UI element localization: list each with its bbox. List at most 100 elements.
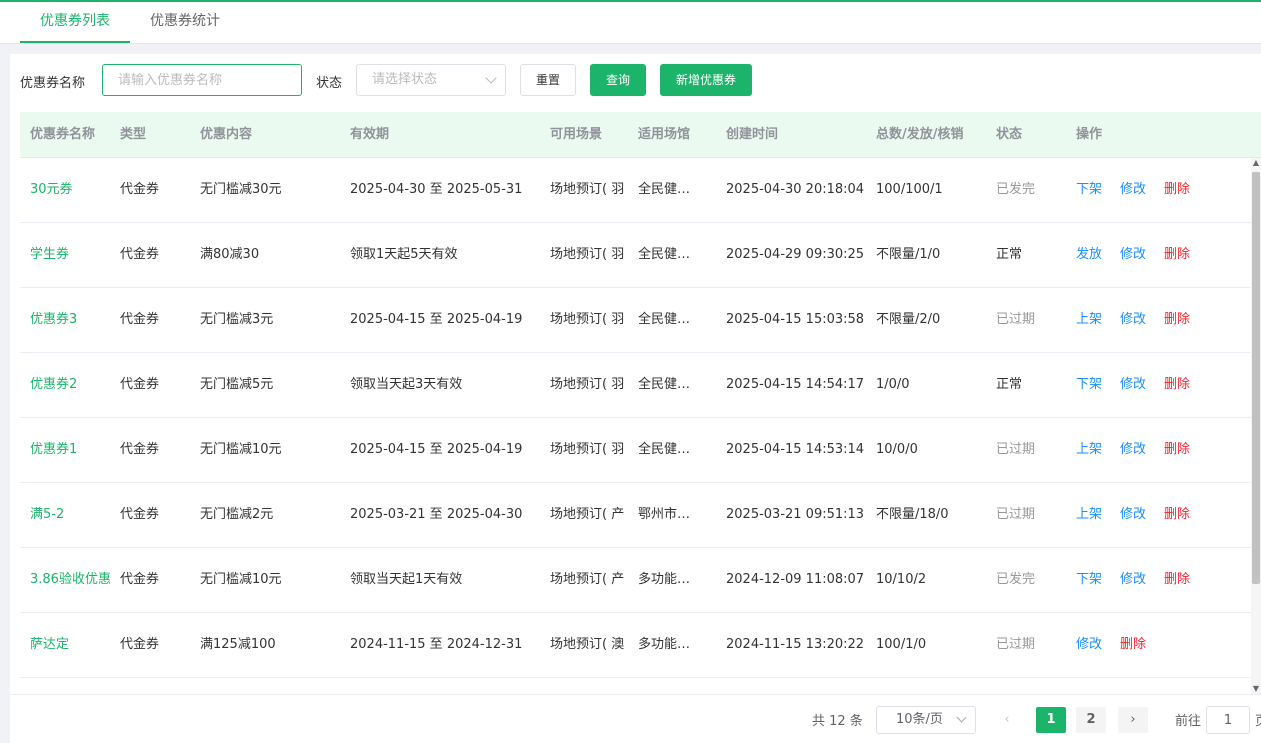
- action-delete-link[interactable]: 删除: [1164, 418, 1190, 482]
- cell-name[interactable]: 学生券: [30, 223, 116, 287]
- status-label: 状态: [316, 76, 343, 91]
- table-row: 3.86验收优惠 代金券 无门槛减10元 领取当天起1天有效 场地预订( 产多功能… 20…: [20, 548, 1251, 613]
- action-toggle-link[interactable]: 下架: [1076, 548, 1102, 612]
- chevron-down-icon: [956, 712, 967, 723]
- chevron-down-icon: [485, 72, 497, 84]
- cell-content: 无门槛减2元: [200, 507, 274, 522]
- table-scrollbar[interactable]: ▲ ▼: [1251, 158, 1261, 694]
- action-edit-link[interactable]: 修改: [1120, 158, 1146, 222]
- tab-bar: 优惠券列表 优惠券统计: [0, 2, 1261, 44]
- pagination: 共 12 条 10条/页 ‹ 1 2 › 前往 页: [10, 694, 1261, 743]
- cell-validity: 2024-11-15 至 2024-12-31: [350, 637, 523, 652]
- action-edit-link[interactable]: 修改: [1076, 613, 1102, 677]
- cell-counts: 10/10/2: [876, 572, 927, 587]
- cell-counts: 不限量/1/0: [876, 247, 941, 262]
- tab-coupon-list[interactable]: 优惠券列表: [20, 2, 130, 43]
- reset-button[interactable]: 重置: [520, 64, 576, 96]
- cell-status: 已发完: [996, 182, 1036, 197]
- cell-created: 2024-11-15 13:20:22: [726, 637, 865, 652]
- action-edit-link[interactable]: 修改: [1120, 288, 1146, 352]
- action-toggle-link[interactable]: 上架: [1076, 418, 1102, 482]
- cell-type: 代金券: [120, 442, 160, 457]
- header-type: 类型: [120, 127, 147, 142]
- table-row: 优惠券1 代金券 无门槛减10元 2025-04-15 至 2025-04-19 场地预…: [20, 418, 1251, 483]
- header-actions: 操作: [1076, 127, 1103, 142]
- table-body: 30元券 代金券 无门槛减30元 2025-04-30 至 2025-05-31 场地预…: [20, 158, 1251, 694]
- cell-scene: 场地预订( 产: [550, 572, 625, 587]
- cell-name[interactable]: 优惠券3: [30, 288, 116, 352]
- action-delete-link[interactable]: 删除: [1164, 223, 1190, 287]
- header-content: 优惠内容: [200, 127, 253, 142]
- main-card: 优惠券名称 状态 请选择状态 重置 查询 新增优惠券 优惠券名称 类型 优惠内容…: [10, 54, 1261, 743]
- cell-name[interactable]: 3.86验收优惠: [30, 548, 116, 612]
- next-page-button[interactable]: ›: [1118, 707, 1148, 733]
- filter-bar: 优惠券名称 状态 请选择状态 重置 查询 新增优惠券: [10, 54, 1261, 110]
- cell-scene: 场地预订( 羽: [550, 247, 625, 262]
- cell-content: 无门槛减10元: [200, 572, 282, 587]
- coupon-name-input[interactable]: [102, 64, 302, 96]
- action-delete-link[interactable]: 删除: [1120, 613, 1146, 677]
- cell-counts: 10/0/0: [876, 442, 918, 457]
- cell-validity: 2025-04-15 至 2025-04-19: [350, 442, 523, 457]
- cell-type: 代金券: [120, 572, 160, 587]
- search-button[interactable]: 查询: [590, 64, 646, 96]
- tab-coupon-stats[interactable]: 优惠券统计: [130, 2, 240, 43]
- action-edit-link[interactable]: 修改: [1120, 223, 1146, 287]
- action-delete-link[interactable]: 删除: [1164, 353, 1190, 417]
- status-select[interactable]: 请选择状态: [356, 64, 506, 96]
- cell-venue: 全民健…: [638, 247, 691, 262]
- cell-content: 满125减100: [200, 637, 276, 652]
- cell-status: 已发完: [996, 572, 1036, 587]
- cell-content: 无门槛减10元: [200, 442, 282, 457]
- action-edit-link[interactable]: 修改: [1120, 483, 1146, 547]
- cell-counts: 1/0/0: [876, 377, 910, 392]
- action-delete-link[interactable]: 删除: [1164, 288, 1190, 352]
- cell-validity: 领取当天起1天有效: [350, 572, 463, 587]
- action-toggle-link[interactable]: 下架: [1076, 158, 1102, 222]
- cell-name[interactable]: 优惠券2: [30, 353, 116, 417]
- cell-name[interactable]: 30元券: [30, 158, 116, 222]
- action-delete-link[interactable]: 删除: [1164, 548, 1190, 612]
- action-toggle-link[interactable]: 发放: [1076, 223, 1102, 287]
- table-row: 萨达定 代金券 满125减100 2024-11-15 至 2024-12-31 场地预…: [20, 613, 1251, 678]
- cell-type: 代金券: [120, 247, 160, 262]
- page-2-button[interactable]: 2: [1076, 707, 1106, 733]
- cell-name[interactable]: 满5-2: [30, 483, 116, 547]
- cell-validity: 领取当天起3天有效: [350, 377, 463, 392]
- cell-validity: 领取1天起5天有效: [350, 247, 458, 262]
- cell-venue: 多功能…: [638, 637, 691, 652]
- action-delete-link[interactable]: 删除: [1164, 158, 1190, 222]
- page-1-button[interactable]: 1: [1036, 707, 1066, 733]
- coupon-name-label: 优惠券名称: [20, 76, 86, 91]
- cell-created: 2024-12-09 11:08:07: [726, 572, 865, 587]
- cell-status: 已过期: [996, 442, 1036, 457]
- cell-scene: 场地预订( 羽: [550, 442, 625, 457]
- cell-status: 正常: [996, 247, 1023, 262]
- cell-scene: 场地预订( 产: [550, 507, 625, 522]
- cell-content: 满80减30: [200, 247, 260, 262]
- cell-status: 已过期: [996, 637, 1036, 652]
- action-edit-link[interactable]: 修改: [1120, 353, 1146, 417]
- cell-venue: 全民健…: [638, 442, 691, 457]
- scroll-up-icon[interactable]: ▲: [1251, 158, 1261, 168]
- cell-name[interactable]: 优惠券1: [30, 418, 116, 482]
- goto-page-input[interactable]: [1206, 706, 1250, 734]
- cell-venue: 全民健…: [638, 182, 691, 197]
- header-name: 优惠券名称: [30, 127, 96, 142]
- scrollbar-thumb[interactable]: [1252, 172, 1260, 584]
- add-coupon-button[interactable]: 新增优惠券: [660, 64, 752, 96]
- scroll-down-icon[interactable]: ▼: [1251, 684, 1261, 694]
- cell-created: 2025-04-15 14:54:17: [726, 377, 865, 392]
- action-edit-link[interactable]: 修改: [1120, 418, 1146, 482]
- action-delete-link[interactable]: 删除: [1164, 483, 1190, 547]
- cell-validity: 2025-04-30 至 2025-05-31: [350, 182, 523, 197]
- table-row: 优惠券2 代金券 无门槛减5元 领取当天起3天有效 场地预订( 羽全民健… 2025-04…: [20, 353, 1251, 418]
- page-size-select[interactable]: 10条/页: [876, 706, 976, 734]
- action-toggle-link[interactable]: 下架: [1076, 353, 1102, 417]
- action-edit-link[interactable]: 修改: [1120, 548, 1146, 612]
- cell-name[interactable]: 萨达定: [30, 613, 116, 677]
- cell-venue: 多功能…: [638, 572, 691, 587]
- prev-page-button[interactable]: ‹: [992, 707, 1022, 733]
- action-toggle-link[interactable]: 上架: [1076, 288, 1102, 352]
- action-toggle-link[interactable]: 上架: [1076, 483, 1102, 547]
